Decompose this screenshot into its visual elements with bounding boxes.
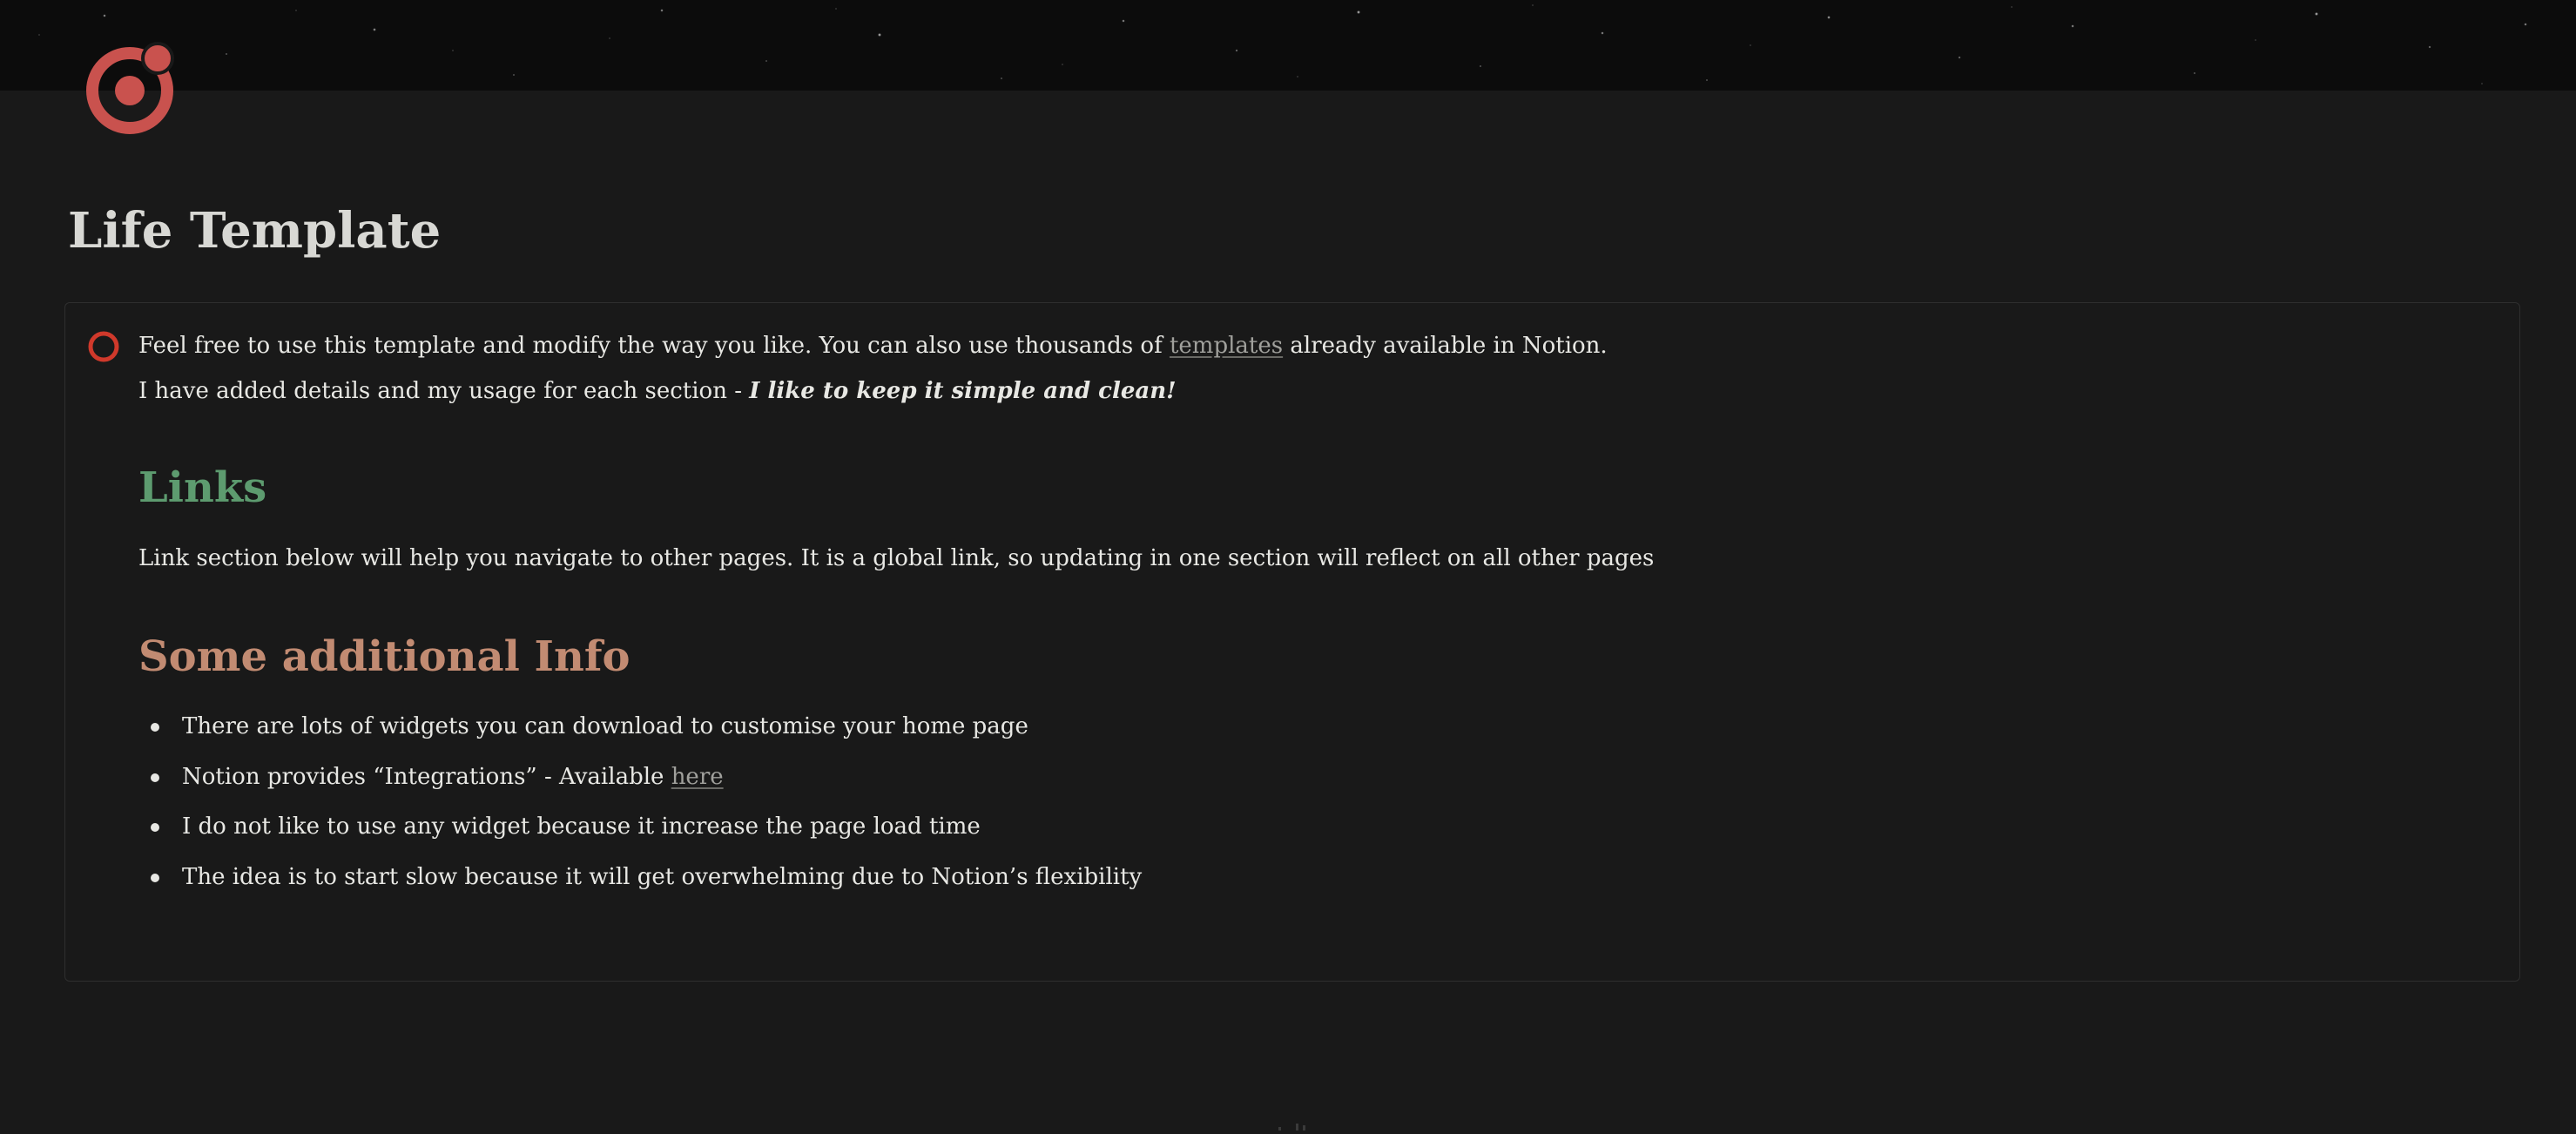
bullet-icon xyxy=(151,773,159,782)
templates-link[interactable]: templates xyxy=(1170,333,1283,359)
links-description: Link section below will help you navigat… xyxy=(138,545,1655,571)
bullet-text: I do not like to use any widget because … xyxy=(182,813,981,840)
next-block-partial xyxy=(1273,1117,1317,1131)
bullet-icon xyxy=(151,823,159,832)
callout-block[interactable]: Feel free to use this template and modif… xyxy=(64,302,2520,982)
bullet-icon xyxy=(151,873,159,882)
intro-text-before: Feel free to use this template and modif… xyxy=(138,333,1170,359)
info-heading: Some additional Info xyxy=(138,632,631,681)
circle-outline-icon[interactable] xyxy=(86,329,121,364)
intro-line: Feel free to use this template and modif… xyxy=(138,333,1608,359)
links-heading: Links xyxy=(138,463,267,512)
cover-image[interactable] xyxy=(0,0,2576,91)
bullet-text: The idea is to start slow because it wil… xyxy=(182,863,1143,890)
bullet-text: There are lots of widgets you can downlo… xyxy=(182,713,1028,739)
list-item: The idea is to start slow because it wil… xyxy=(138,861,1142,912)
intro-text-after: already available in Notion. xyxy=(1283,333,1608,359)
usage-text: I have added details and my usage for ea… xyxy=(138,378,750,404)
usage-line: I have added details and my usage for ea… xyxy=(138,378,1177,404)
target-icon[interactable] xyxy=(82,38,183,139)
info-bullet-list: There are lots of widgets you can downlo… xyxy=(138,711,1142,911)
list-item: There are lots of widgets you can downlo… xyxy=(138,711,1142,761)
usage-emphasis: I like to keep it simple and clean! xyxy=(749,378,1177,404)
list-item: Notion provides “Integrations” - Availab… xyxy=(138,761,1142,812)
list-item: I do not like to use any widget because … xyxy=(138,811,1142,861)
bullet-text: Notion provides “Integrations” - Availab… xyxy=(182,763,671,790)
bullet-icon xyxy=(151,723,159,732)
here-link[interactable]: here xyxy=(671,764,724,790)
page-title[interactable]: Life Template xyxy=(68,202,441,260)
